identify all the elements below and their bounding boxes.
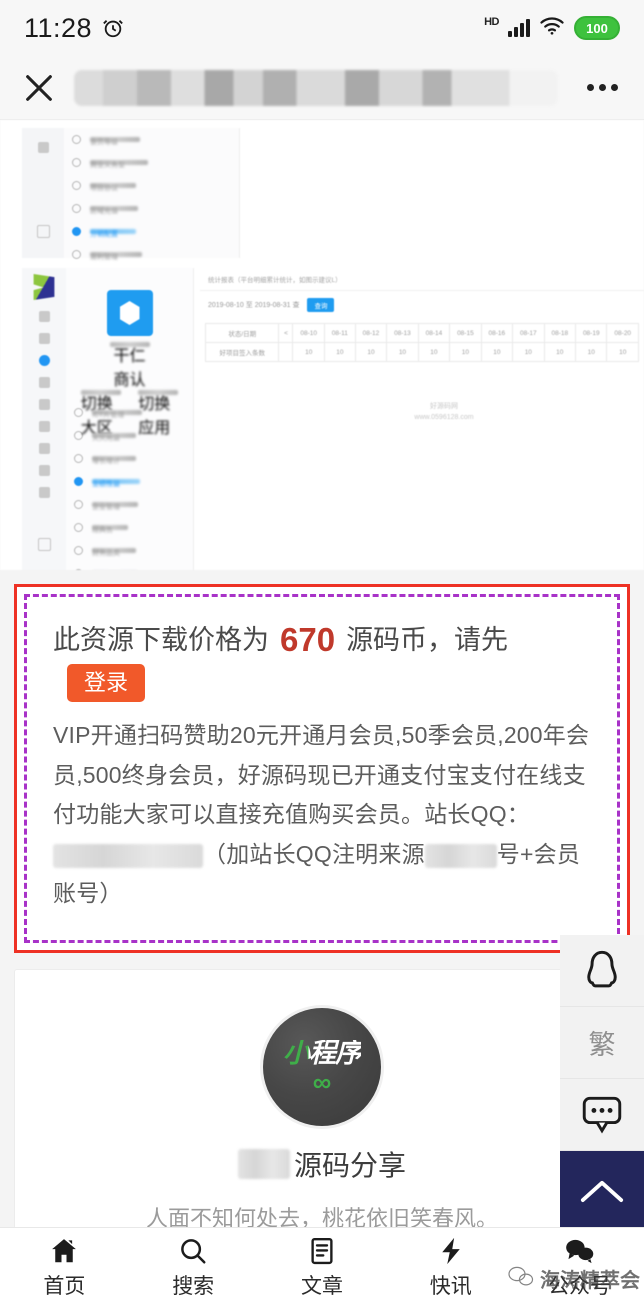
status-time: 11:28 [24,12,93,43]
table-row: 好项目签入条数 10 10 10 10 10 10 10 10 10 10 10 [204,342,639,362]
nav-label-home: 首页 [43,1274,86,1298]
lock-icon [37,538,51,551]
nav-label-search: 搜索 [172,1274,215,1298]
vip-description: VIP开通扫码赞助20元开通月会员,50季会员,200年会员,500终身会员，好… [53,716,591,914]
gear-icon [72,227,81,236]
nav-item-search[interactable]: 搜索 [129,1236,258,1300]
mini-program-logo-icon: 小程序 ∞ [263,1007,381,1126]
product-preview-image: 会员等级 商业义务型 项目协议 区域充值 分销配置 返利管理 好源码网 www.… [0,120,644,570]
nav-item-flash-news[interactable]: 快讯 [386,1236,515,1300]
home-icon [49,1236,79,1266]
title-prefix-masked [237,1148,290,1179]
nav-label-official-account: 公众号 [548,1274,612,1298]
preview-submenu-item: 经典售 [66,516,193,539]
page-title-masked [74,69,558,106]
infinity-symbol-icon: ∞ [312,1067,332,1098]
preview-watermark-2: 好源码网 www.0596128.com [414,403,474,421]
status-bar-right: HD 100 [484,16,620,40]
wifi-icon [539,16,565,40]
back-to-top-icon[interactable] [560,1151,644,1229]
preview-submenu-item: 增长增计 [66,447,193,470]
vip-description-text: VIP开通扫码赞助20元开通月会员,50季会员,200年会员,500终身会员，好… [53,722,590,828]
close-icon[interactable] [22,71,56,105]
nav-item-home[interactable]: 首页 [0,1236,129,1300]
mini-program-title-text: 源码分享 [293,1149,406,1181]
preview-stats-table: 状态/日期 < 08-10 08-11 08-12 08-13 08-14 08… [204,323,639,362]
preview-submenu-item: 扫码收费 [66,562,193,570]
browser-header [0,56,644,120]
nav-label-flash-news: 快讯 [429,1274,472,1298]
cellular-signal-icon [508,19,530,37]
preview-main-panel: 干仁商认 切换大区 切换应用 ICT片管理 火灾用益 增长增计 业绩性益 企业管… [22,268,644,570]
page-content: 会员等级 商业义务型 项目协议 区域充值 分销配置 返利管理 好源码网 www.… [0,120,644,1307]
preview-report-area: 统计报表（平台明细累计统计，如图示建议L） 2019-08-10 至 2019-… [200,268,644,570]
search-icon [178,1236,208,1266]
preview-query-button: 查询 [307,298,335,312]
preview-card-tabs: 切换大区 切换应用 [66,390,193,437]
gear-icon [72,181,81,190]
hd-label: HD [484,16,499,28]
article-icon [307,1236,337,1266]
preview-submenu-item: 财务品类 [66,539,193,562]
gear-icon [74,546,83,555]
purchase-notice-wrapper: 此资源下载价格为 670 源码币，请先 登录 VIP开通扫码赞助20元开通月会员… [0,570,644,953]
source-masked [424,843,497,868]
preview-submenu: 干仁商认 切换大区 切换应用 ICT片管理 火灾用益 增长增计 业绩性益 企业管… [66,268,194,570]
traditional-chinese-toggle[interactable]: 繁 [560,1007,644,1079]
price-suffix-label: 源码币，请先 [346,624,509,655]
preview-date-range: 2019-08-10 至 2019-08-31 查 [208,302,300,309]
preview-top-rail [22,128,64,258]
alarm-clock-icon [102,17,124,39]
mini-program-logo-text: 小程序 [283,1038,362,1069]
status-bar-left: 11:28 [24,13,124,44]
preview-submenu-item: 企业管理 [66,493,193,516]
price-prefix-label: 此资源下载价格为 [53,624,269,655]
purchase-notice-inner: 此资源下载价格为 670 源码币，请先 登录 VIP开通扫码赞助20元开通月会员… [24,594,620,943]
preview-report-title: 统计报表（平台明细累计统计，如图示建议L） [200,268,644,291]
preview-menu-item-active: 分销配置 [64,220,239,243]
price-line: 此资源下载价格为 670 源码币，请先 登录 [53,619,591,703]
phone-screen: 11:28 HD 100 会员等级 商业义务型 项目协议 区域充值 分销配置 返… [0,0,644,1307]
more-options-icon[interactable] [582,84,622,91]
preview-submenu-item-active: 业绩性益 [66,470,193,493]
gear-icon [74,569,83,570]
preview-sidebar [22,268,66,570]
qq-icon[interactable] [560,935,644,1007]
nav-item-article[interactable]: 文章 [258,1236,387,1300]
nav-item-official-account[interactable]: 公众号 [515,1236,644,1300]
gear-icon [72,158,81,167]
bottom-navigation-bar: 首页 搜索 文章 快讯 公众号 海涛精萃会 [0,1227,644,1307]
preview-top-menu: 会员等级 商业义务型 项目协议 区域充值 分销配置 返利管理 [64,128,240,261]
preview-date-row: 2019-08-10 至 2019-08-31 查 查询 [200,291,644,319]
login-button[interactable]: 登录 [67,663,146,703]
preview-menu-item: 会员等级 [64,128,239,151]
qq-number-masked [53,843,203,868]
preview-menu-item: 商业义务型 [64,151,239,174]
purchase-notice-box: 此资源下载价格为 670 源码币，请先 登录 VIP开通扫码赞助20元开通月会员… [14,584,630,953]
floating-side-toolbar: 繁 [560,935,644,1229]
table-header-row: 状态/日期 < 08-10 08-11 08-12 08-13 08-14 08… [204,323,639,343]
preview-app-card [106,290,153,336]
preview-menu-item: 项目协议 [64,174,239,197]
wechat-official-icon [565,1236,595,1266]
preview-brand-logo-icon [33,274,55,300]
gear-icon [74,523,83,532]
preview-menu-item: 返利管理 [64,243,239,266]
mini-program-title: 源码分享 [15,1144,629,1184]
battery-indicator: 100 [574,16,620,40]
gear-icon [72,250,81,259]
gear-icon [72,135,81,144]
gear-icon [72,204,81,213]
preview-menu-item: 区域充值 [64,197,239,220]
gear-icon [74,500,83,509]
gear-icon [74,477,83,486]
comment-icon[interactable] [560,1079,644,1151]
flash-news-icon [436,1236,466,1266]
price-value: 670 [280,621,336,658]
status-bar: 11:28 HD 100 [0,0,644,56]
gear-icon [74,454,83,463]
nav-label-article: 文章 [300,1274,343,1298]
preview-sidebar-active-icon [38,355,50,366]
vip-description-text-2: （加站长QQ注明来源 [203,840,425,867]
